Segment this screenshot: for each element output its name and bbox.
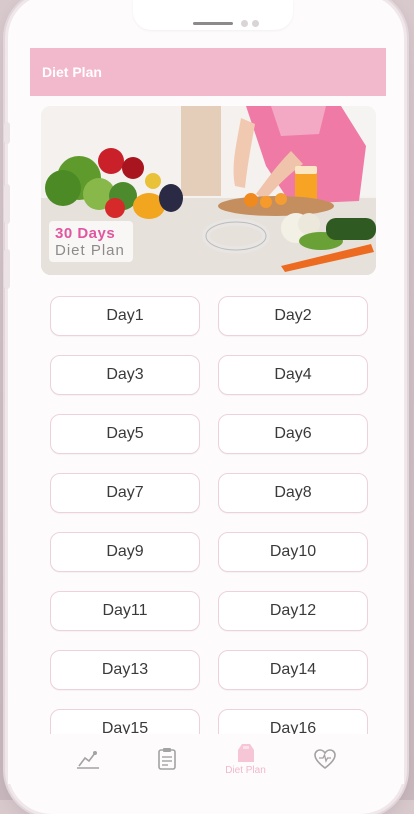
tab-label-diet-plan: Diet Plan (225, 765, 266, 776)
banner-caption: 30 Days Diet Plan (49, 221, 133, 262)
workout-icon (76, 751, 99, 769)
banner-title: 30 Days (55, 225, 116, 242)
sensor-dot (241, 20, 248, 27)
banner-subtitle: Diet Plan (55, 242, 125, 259)
bottom-tab-bar: Diet Plan (8, 734, 404, 784)
day-button[interactable]: Day4 (218, 355, 368, 395)
tab-plan[interactable] (137, 747, 197, 771)
tab-workout[interactable] (58, 748, 118, 770)
page-title: Diet Plan (42, 64, 102, 80)
phone-side-button (4, 122, 10, 144)
day-button[interactable]: Day12 (218, 591, 368, 631)
tab-health[interactable] (295, 748, 355, 770)
day-button[interactable]: Day9 (50, 532, 200, 572)
camera-dot (252, 20, 259, 27)
tab-diet-plan[interactable]: Diet Plan (216, 742, 276, 776)
day-button[interactable]: Day10 (218, 532, 368, 572)
phone-volume-down (4, 249, 10, 289)
phone-volume-up (4, 184, 10, 224)
heart-icon (313, 749, 336, 770)
day-button[interactable]: Day7 (50, 473, 200, 513)
phone-notch (133, 0, 293, 30)
day-button[interactable]: Day8 (218, 473, 368, 513)
speaker-grille (193, 22, 233, 25)
day-button[interactable]: Day6 (218, 414, 368, 454)
day-button[interactable]: Day11 (50, 591, 200, 631)
day-button[interactable]: Day13 (50, 650, 200, 690)
phone-frame: Diet Plan 30 Days Diet Plan Day1 Day2 Da… (4, 0, 404, 814)
diet-plan-banner: 30 Days Diet Plan (41, 106, 376, 275)
calendar-clipboard-icon (157, 748, 176, 770)
day-button[interactable]: Day3 (50, 355, 200, 395)
day-button[interactable]: Day1 (50, 296, 200, 336)
diet-plan-icon (237, 744, 254, 762)
app-bar: Diet Plan (30, 48, 386, 96)
day-button[interactable]: Day2 (218, 296, 368, 336)
day-button[interactable]: Day5 (50, 414, 200, 454)
day-button[interactable]: Day14 (218, 650, 368, 690)
